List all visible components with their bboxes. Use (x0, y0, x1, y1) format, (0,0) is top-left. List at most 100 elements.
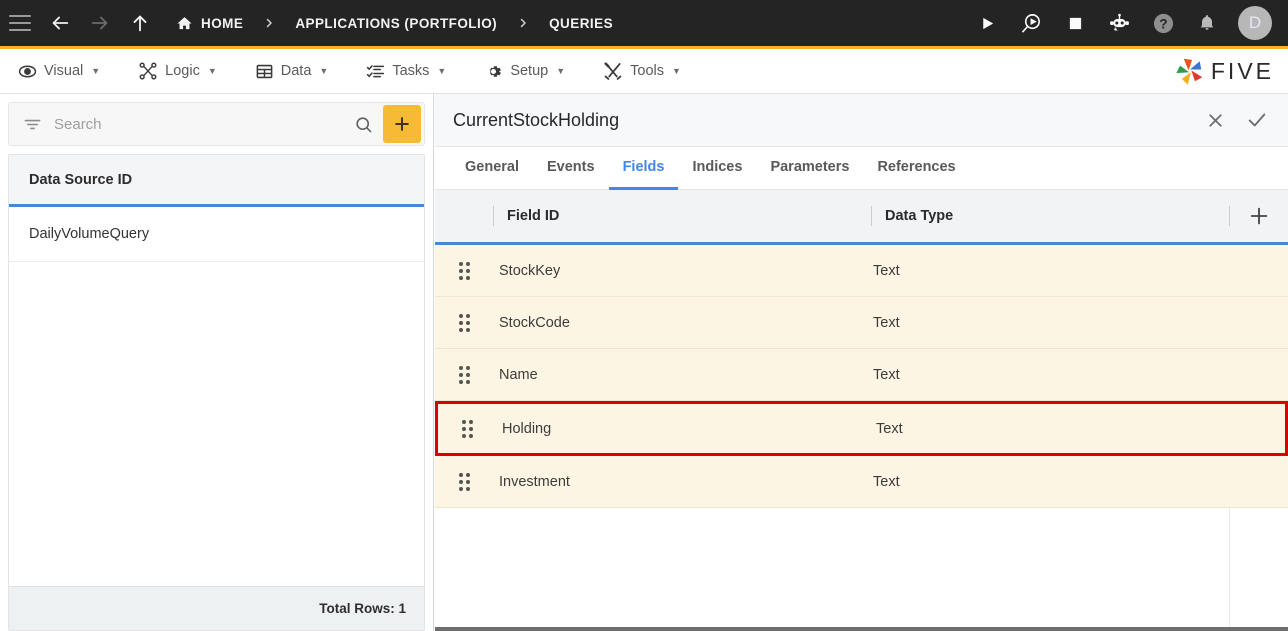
panel-bottom-edge (435, 627, 1288, 631)
breadcrumb-item-applications[interactable]: APPLICATIONS (PORTFOLIO) (291, 16, 501, 31)
menu-item-logic[interactable]: Logic ▼ (134, 49, 233, 93)
hamburger-lines (9, 15, 31, 31)
row-drag-handle[interactable] (435, 472, 493, 491)
check-icon[interactable] (1240, 103, 1274, 137)
table-row[interactable]: Name Text (435, 349, 1288, 401)
row-drag-handle[interactable] (438, 419, 496, 438)
robot-icon[interactable] (1098, 0, 1140, 46)
grid-header-add-column[interactable] (1229, 205, 1288, 227)
tab-parameters[interactable]: Parameters (756, 147, 863, 190)
row-field-id-cell[interactable]: Investment (493, 474, 871, 490)
data-source-empty-area (9, 262, 424, 586)
stop-square-icon[interactable] (1054, 0, 1096, 46)
row-drag-handle[interactable] (435, 365, 493, 384)
search-bar (8, 102, 425, 146)
table-row[interactable]: Investment Text (435, 456, 1288, 508)
play-icon[interactable] (966, 0, 1008, 46)
fields-grid-empty-area (435, 508, 1288, 631)
row-field-id-label: Holding (502, 420, 552, 437)
row-data-type-label: Text (873, 314, 900, 331)
row-data-type-label: Text (873, 473, 900, 490)
row-field-id-cell[interactable]: Name (493, 367, 871, 383)
menu-label-data: Data (280, 63, 312, 79)
tab-fields[interactable]: Fields (608, 147, 679, 190)
table-row[interactable]: StockCode Text (435, 297, 1288, 349)
row-field-id-cell[interactable]: Holding (496, 421, 874, 437)
column-divider (493, 206, 494, 226)
grid-header-data-type[interactable]: Data Type (871, 206, 1229, 226)
table-row[interactable]: StockKey Text (435, 245, 1288, 297)
user-avatar[interactable]: D (1238, 6, 1272, 40)
chevron-down-icon: ▼ (437, 66, 447, 76)
bell-icon[interactable] (1186, 0, 1228, 46)
breadcrumb-separator-1 (247, 16, 291, 30)
breadcrumb-separator-2 (501, 16, 545, 30)
grid-header-field-id[interactable]: Field ID (493, 206, 871, 226)
menu-label-tasks: Tasks (392, 63, 430, 79)
row-data-type-cell[interactable]: Text (871, 263, 1229, 279)
row-drag-handle[interactable] (435, 261, 493, 280)
menu-item-data[interactable]: Data ▼ (251, 49, 345, 93)
tab-indices[interactable]: Indices (678, 147, 756, 190)
workspace: Data Source ID DailyVolumeQuery Total Ro… (0, 94, 1288, 631)
five-brand-logo: FIVE (1175, 56, 1274, 86)
table-row-highlighted[interactable]: Holding Text (435, 401, 1288, 456)
row-data-type-cell[interactable]: Text (871, 367, 1229, 383)
top-nav-left-group: HOME APPLICATIONS (PORTFOLIO) QUERIES (0, 0, 617, 46)
record-editor-panel: CurrentStockHolding General Events Field… (435, 94, 1288, 631)
breadcrumb-item-home[interactable]: HOME (172, 15, 247, 32)
drag-handle-icon (458, 472, 470, 491)
menu-item-setup[interactable]: Setup ▼ (480, 49, 581, 93)
menu-item-tasks[interactable]: Tasks ▼ (362, 49, 462, 93)
tab-events[interactable]: Events (533, 147, 609, 190)
magnifier-icon[interactable] (344, 115, 383, 134)
top-navigation-bar: HOME APPLICATIONS (PORTFOLIO) QUERIES ? … (0, 0, 1288, 46)
search-input[interactable] (54, 115, 344, 133)
grid-header-data-type-label: Data Type (885, 208, 954, 224)
filter-icon[interactable] (9, 115, 54, 134)
grid-header-field-id-label: Field ID (507, 208, 560, 224)
data-source-row[interactable]: DailyVolumeQuery (9, 207, 424, 262)
up-arrow-icon[interactable] (120, 0, 160, 46)
menu-item-tools[interactable]: Tools ▼ (599, 49, 697, 93)
row-drag-handle[interactable] (435, 313, 493, 332)
tab-general-label: General (465, 159, 519, 175)
hamburger-menu-icon[interactable] (0, 0, 40, 46)
play-magnifier-icon[interactable] (1010, 0, 1052, 46)
add-data-source-button[interactable] (383, 105, 421, 143)
row-field-id-cell[interactable]: StockKey (493, 263, 871, 279)
record-editor-header: CurrentStockHolding (435, 94, 1288, 147)
close-icon[interactable] (1198, 103, 1232, 137)
total-rows-label: Total Rows: 1 (319, 601, 406, 616)
data-source-column-header[interactable]: Data Source ID (9, 155, 424, 207)
tab-general[interactable]: General (451, 147, 533, 190)
row-field-id-label: StockCode (499, 314, 570, 331)
column-divider (871, 206, 872, 226)
row-data-type-label: Text (873, 366, 900, 383)
row-data-type-cell[interactable]: Text (871, 474, 1229, 490)
total-rows-footer: Total Rows: 1 (9, 586, 424, 630)
menu-item-visual[interactable]: Visual ▼ (14, 49, 116, 93)
row-field-id-label: StockKey (499, 262, 561, 279)
data-source-id-header-label: Data Source ID (29, 171, 133, 188)
add-field-icon[interactable] (1248, 205, 1270, 227)
row-data-type-cell[interactable]: Text (871, 315, 1229, 331)
drag-handle-icon (461, 419, 473, 438)
tab-parameters-label: Parameters (770, 159, 850, 175)
forward-arrow-icon[interactable] (80, 0, 120, 46)
fields-grid: Field ID Data Type StockKey Text StockCo… (435, 190, 1288, 631)
top-nav-right-group: ? D (966, 0, 1288, 46)
chevron-down-icon: ▼ (319, 66, 329, 76)
svg-text:?: ? (1159, 16, 1167, 31)
five-wordmark: FIVE (1210, 57, 1274, 84)
tab-references-label: References (877, 159, 956, 175)
tab-references[interactable]: References (863, 147, 969, 190)
back-arrow-icon[interactable] (40, 0, 80, 46)
question-circle-icon[interactable]: ? (1142, 0, 1184, 46)
page-title: CurrentStockHolding (453, 109, 620, 130)
breadcrumb-item-queries[interactable]: QUERIES (545, 16, 617, 31)
row-field-id-cell[interactable]: StockCode (493, 315, 871, 331)
column-divider (1229, 508, 1230, 631)
row-data-type-cell[interactable]: Text (874, 421, 1232, 437)
drag-handle-icon (458, 365, 470, 384)
